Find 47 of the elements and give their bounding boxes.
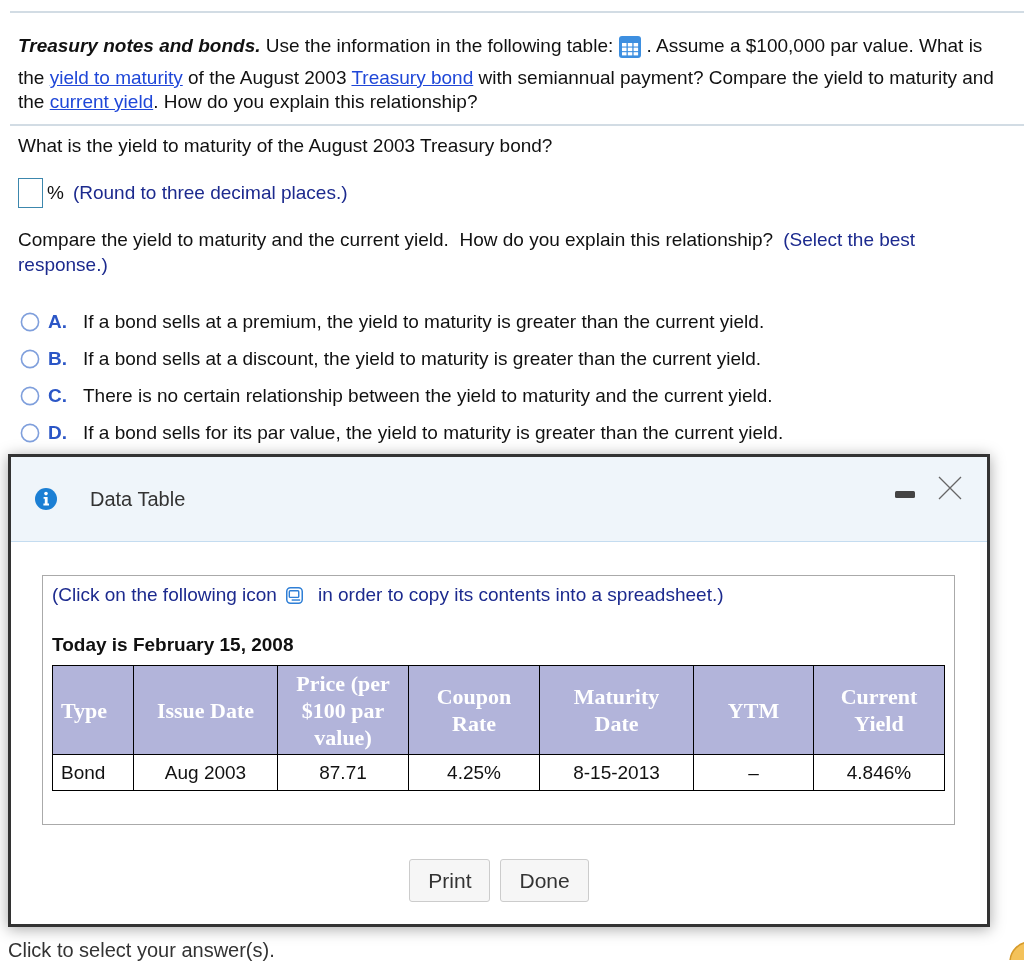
question-text: Treasury notes and bonds. Use the information in the following table: . Assume a $100,000 par value. What is the yield to maturity of the August 2003 Treasury bond with semiannual payment? Compare the yield to maturity and the current yield. How do you explain this relationship?: [17, 34, 995, 114]
done-button[interactable]: Done: [500, 859, 589, 902]
answer-box[interactable]: [18, 178, 43, 208]
table-cell: Bond: [52, 754, 134, 791]
option-letter: D.: [48, 421, 68, 444]
info-icon: [35, 488, 57, 510]
table-header-cell: Type: [52, 665, 134, 755]
option-text: If a bond sells for its par value, the yield to maturity is greater than the current yield.: [83, 421, 784, 444]
table-cell: –: [693, 754, 814, 791]
table-cell: 87.71: [277, 754, 409, 791]
table-icon[interactable]: [618, 36, 641, 58]
table-header-cell: Price (per $100 par value): [277, 665, 409, 755]
table-header-cell: Coupon Rate: [408, 665, 540, 755]
option-text: If a bond sells at a premium, the yield to maturity is greater than the current yield.: [83, 310, 765, 333]
table-header-cell: Current Yield: [813, 665, 945, 755]
dialog-title: Data Table: [90, 487, 186, 511]
option-letter: C.: [48, 384, 68, 407]
radio-button[interactable]: [20, 348, 40, 369]
option-letter: B.: [48, 347, 68, 370]
rounding-hint: (Round to three decimal places.): [72, 182, 348, 204]
term-link[interactable]: yield to maturity: [49, 67, 183, 88]
help-icon[interactable]: [1008, 940, 1024, 960]
table-cell: 8-15-2013: [539, 754, 694, 791]
table-header-cell: YTM: [693, 665, 814, 755]
radio-button[interactable]: [20, 422, 40, 443]
radio-button[interactable]: [20, 311, 40, 332]
option-text: There is no certain relationship between the yield to maturity and the current yield.: [83, 384, 773, 407]
radio-button[interactable]: [20, 385, 40, 406]
print-button[interactable]: Print: [409, 859, 491, 902]
term-link[interactable]: current yield: [49, 91, 154, 112]
table-cell: 4.25%: [408, 754, 540, 791]
date-label: Today is February 15, 2008: [52, 633, 295, 657]
term-link[interactable]: Treasury bond: [351, 67, 474, 88]
question-prompt: What is the yield to maturity of the August 2003 Treasury bond?: [17, 134, 554, 158]
footer-hint: Click to select your answer(s).: [8, 940, 275, 960]
table-cell: 4.846%: [813, 754, 945, 791]
copy-icon[interactable]: [285, 587, 303, 604]
option-text: If a bond sells at a discount, the yield to maturity is greater than the current yield.: [83, 347, 762, 370]
table-header-cell: Issue Date: [133, 665, 278, 755]
table-header-cell: Maturity Date: [539, 665, 694, 755]
unit-label: %: [47, 182, 64, 204]
minimize-icon[interactable]: [895, 490, 915, 498]
option-letter: A.: [48, 310, 68, 333]
question-prompt: Compare the yield to maturity and the current yield. How do you explain this relationship? (Select the best response.): [18, 228, 917, 277]
table-cell: Aug 2003: [133, 754, 278, 791]
copy-instruction: (Click on the following icon in order to copy its contents into a spreadsheet.): [52, 583, 725, 607]
close-icon[interactable]: [938, 476, 962, 500]
